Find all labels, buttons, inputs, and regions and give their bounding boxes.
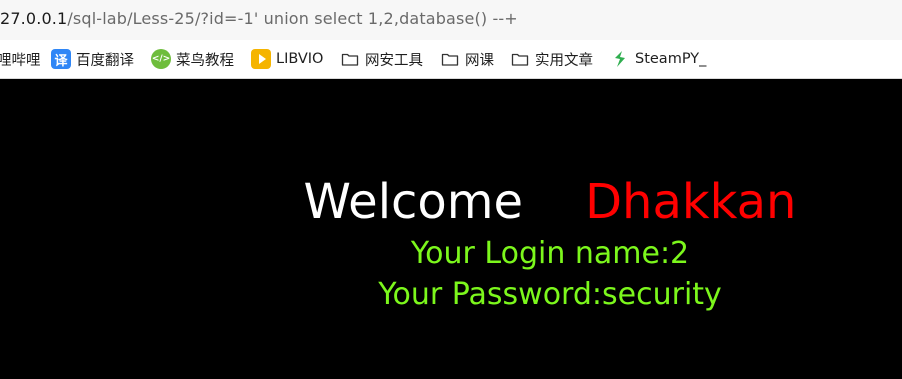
bookmarks-bar: 哩哔哩 译 百度翻译 </> 菜鸟教程 LIBVIO 网安工具 网课 实用文章 … [0,40,902,79]
bookmark-label: 百度翻译 [76,52,134,69]
bookmark-label: 实用文章 [535,52,593,69]
bookmark-folder-netsec-tools[interactable]: 网安工具 [340,40,423,78]
bookmark-bilibili[interactable]: 哩哔哩 [0,40,41,78]
password-line: Your Password:security [378,277,722,312]
folder-icon [440,49,460,69]
bookmark-folder-courses[interactable]: 网课 [440,40,494,78]
welcome-heading: Welcome Dhakkan [99,172,902,232]
runoob-icon: </> [151,49,171,69]
folder-icon [340,49,360,69]
bookmark-label: 网安工具 [365,52,423,69]
bookmark-label: 菜鸟教程 [176,52,234,69]
user-name-text: Dhakkan [585,174,797,230]
steampy-icon [610,49,630,69]
url-text[interactable]: 27.0.0.1/sql-lab/Less-25/?id=-1' union s… [0,9,518,28]
folder-icon [510,49,530,69]
bookmark-libvio[interactable]: LIBVIO [251,40,323,78]
login-name-line: Your Login name:2 [410,236,690,271]
url-path: /sql-lab/Less-25/?id=-1' union select 1,… [67,9,518,28]
libvio-play-icon [251,49,271,69]
bookmark-label: SteamPY_ [635,51,707,67]
page-content: Welcome Dhakkan Your Login name:2 Your Pa… [0,79,902,379]
bookmark-runoob[interactable]: </> 菜鸟教程 [151,40,234,78]
bookmark-baidu-translate[interactable]: 译 百度翻译 [51,40,134,78]
bookmark-label: LIBVIO [276,51,324,67]
welcome-text: Welcome [303,174,524,230]
bookmark-folder-articles[interactable]: 实用文章 [510,40,593,78]
url-host: 27.0.0.1 [0,9,68,28]
bookmark-label: 哩哔哩 [0,52,41,69]
baidu-translate-icon: 译 [51,49,71,69]
bookmark-label: 网课 [465,52,494,69]
address-bar[interactable]: 27.0.0.1/sql-lab/Less-25/?id=-1' union s… [0,0,902,40]
bookmark-steampy[interactable]: SteamPY_ [610,40,706,78]
